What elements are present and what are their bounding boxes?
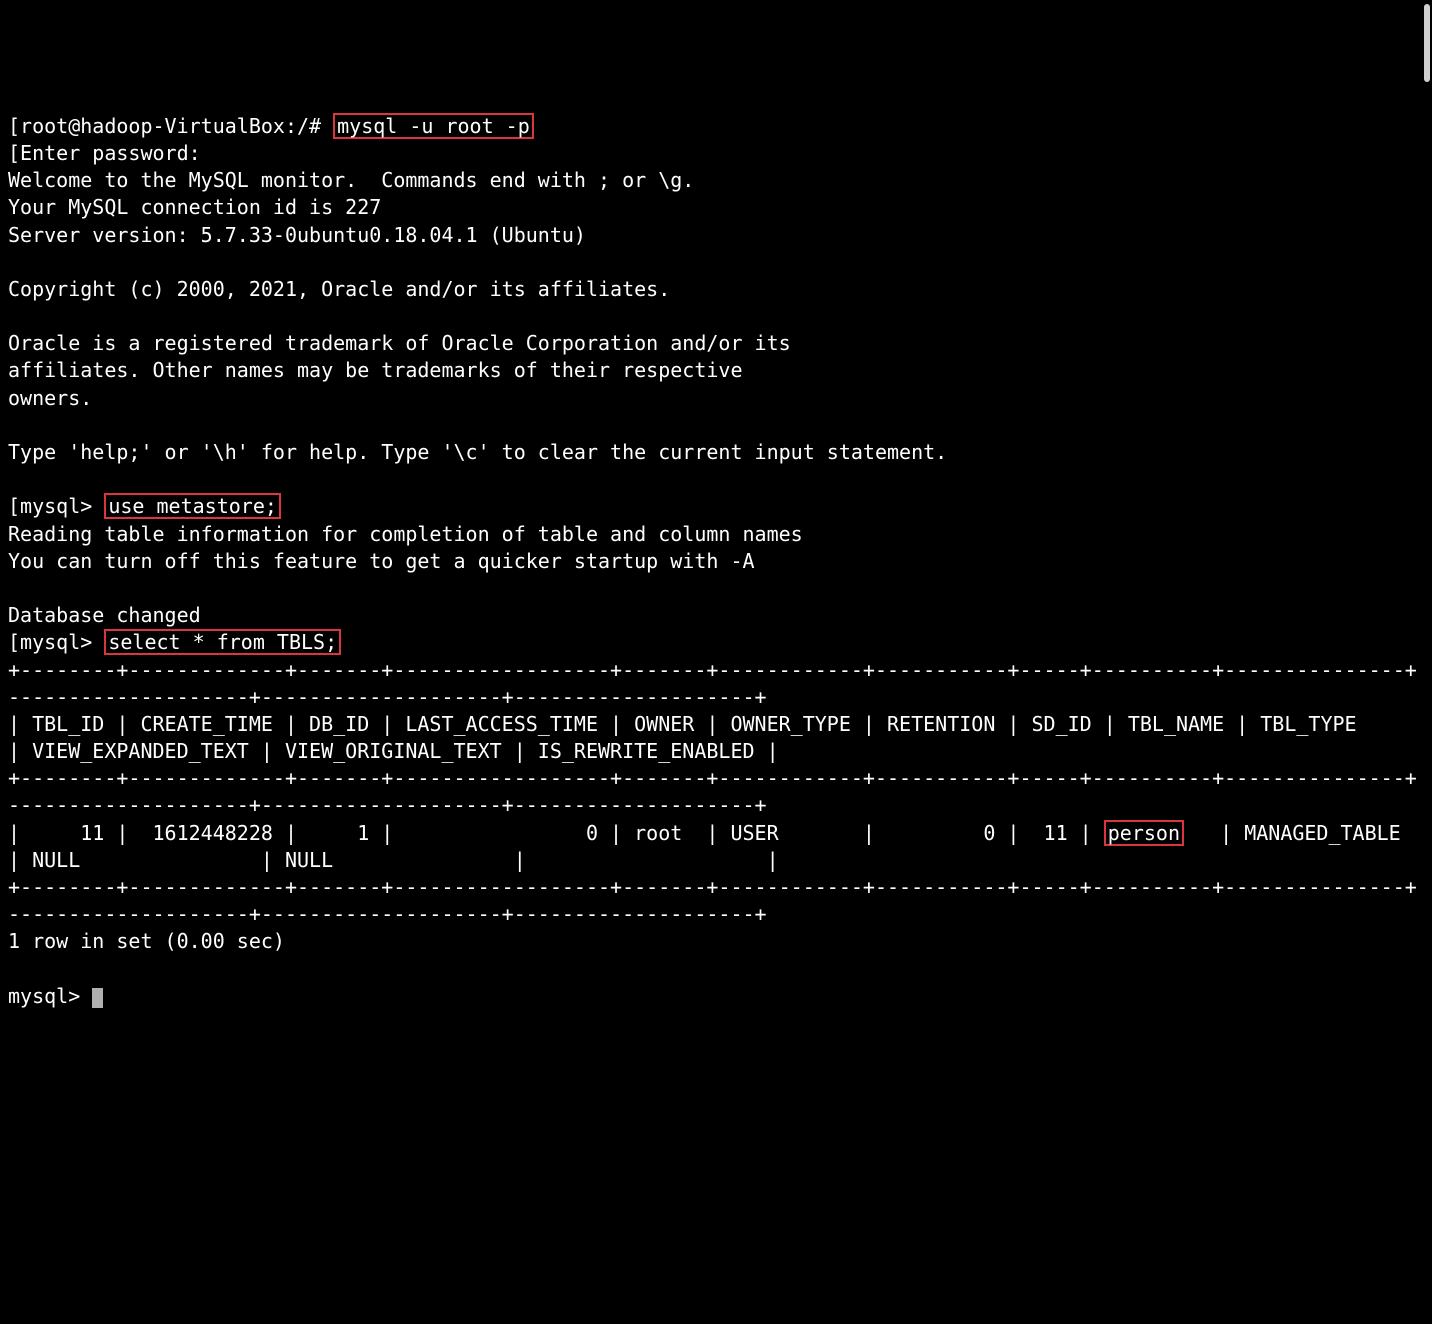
mysql-prompt: [mysql>	[8, 630, 104, 654]
table-header: | TBL_ID | CREATE_TIME | DB_ID | LAST_AC…	[8, 712, 1429, 763]
terminal-output[interactable]: [root@hadoop-VirtualBox:/# mysql -u root…	[8, 113, 1424, 1010]
table-separator: +--------+-------------+-------+--------…	[8, 766, 1417, 817]
shell-command-highlight: mysql -u root -p	[333, 113, 534, 139]
shell-prompt: [root@hadoop-VirtualBox:/#	[8, 114, 333, 138]
welcome-line: owners.	[8, 386, 92, 410]
result-footer: 1 row in set (0.00 sec)	[8, 929, 285, 953]
welcome-line: [Enter password:	[8, 141, 201, 165]
use-response-line: You can turn off this feature to get a q…	[8, 549, 755, 573]
welcome-line: Copyright (c) 2000, 2021, Oracle and/or …	[8, 277, 670, 301]
welcome-line: Oracle is a registered trademark of Orac…	[8, 331, 791, 355]
table-separator: +--------+-------------+-------+--------…	[8, 658, 1417, 709]
cursor-icon	[92, 988, 103, 1008]
welcome-line: Type 'help;' or '\h' for help. Type '\c'…	[8, 440, 947, 464]
welcome-line: Your MySQL connection id is 227	[8, 195, 381, 219]
use-response-line: Reading table information for completion…	[8, 522, 803, 546]
scrollbar-thumb[interactable]	[1424, 4, 1430, 82]
use-response-line: Database changed	[8, 603, 201, 627]
mysql-prompt: [mysql>	[8, 494, 104, 518]
mysql-prompt-current[interactable]: mysql>	[8, 984, 92, 1008]
table-row-person-highlight: person	[1104, 820, 1184, 846]
select-command-highlight: select * from TBLS;	[104, 629, 341, 655]
welcome-line: Welcome to the MySQL monitor. Commands e…	[8, 168, 694, 192]
table-separator: +--------+-------------+-------+--------…	[8, 875, 1417, 926]
use-command-highlight: use metastore;	[104, 493, 281, 519]
welcome-line: Server version: 5.7.33-0ubuntu0.18.04.1 …	[8, 223, 586, 247]
welcome-line: affiliates. Other names may be trademark…	[8, 358, 743, 382]
table-row-pre: | 11 | 1612448228 | 1 | 0 | root | USER …	[8, 821, 1104, 845]
